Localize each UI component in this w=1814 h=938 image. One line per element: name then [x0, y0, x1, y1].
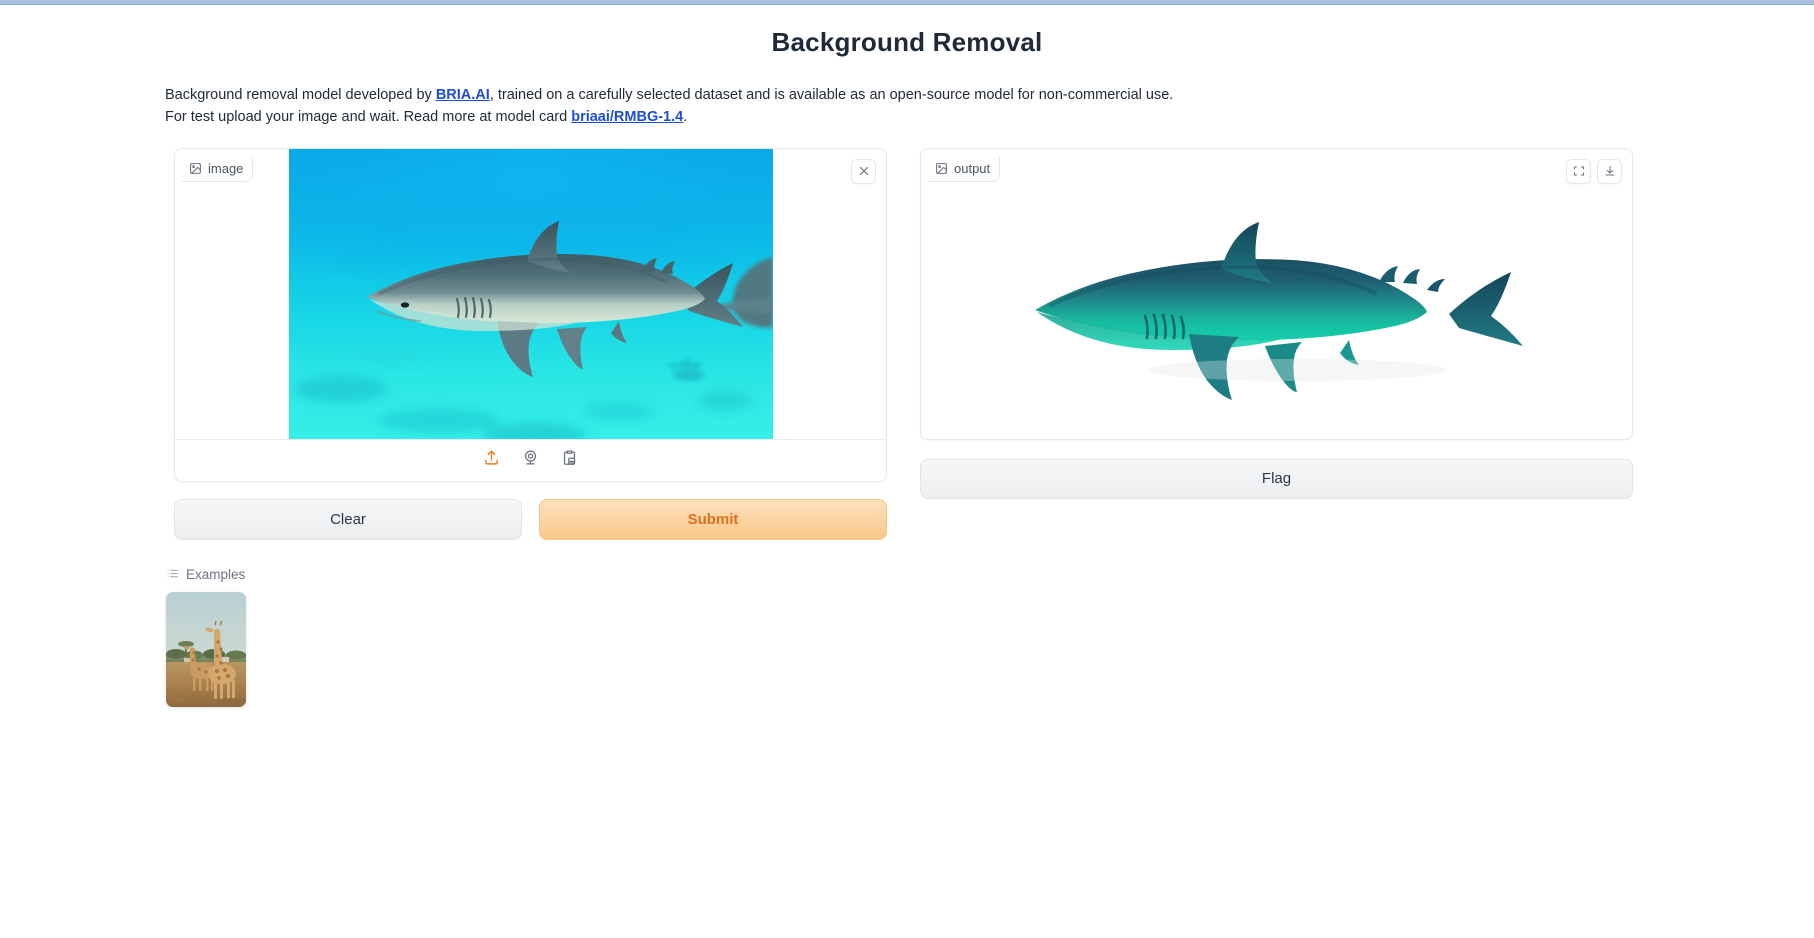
close-icon[interactable] — [851, 158, 876, 184]
app-page: Background Removal Background removal mo… — [0, 27, 1814, 707]
webcam-icon[interactable] — [522, 449, 539, 471]
output-block-label-text: output — [954, 160, 991, 176]
input-image-stage[interactable] — [175, 148, 886, 439]
description-line-1-post: , trained on a carefully selected datase… — [489, 87, 1174, 103]
description-line-2: For test upload your image and wait. Rea… — [165, 106, 1465, 128]
description-line-1-pre: Background removal model developed by — [165, 87, 436, 103]
output-image-stage[interactable] — [921, 148, 1632, 439]
flag-button[interactable]: Flag — [920, 458, 1633, 499]
download-icon[interactable] — [1597, 158, 1622, 184]
list-icon — [166, 567, 179, 583]
input-image-block: image — [174, 147, 887, 482]
output-shark-cutout — [996, 173, 1557, 414]
input-shark-photo — [288, 148, 773, 439]
bria-ai-link[interactable]: BRIA.AI — [436, 87, 490, 103]
page-title: Background Removal — [771, 27, 1043, 57]
examples-header: Examples — [166, 567, 1814, 583]
output-panel-actions — [1566, 158, 1622, 184]
description-line-1: Background removal model developed by BR… — [165, 84, 1465, 106]
input-block-label: image — [182, 155, 254, 182]
description-line-2-post: . — [683, 109, 688, 126]
browser-top-accent-bar — [0, 0, 1814, 5]
paste-clipboard-icon[interactable] — [561, 449, 578, 471]
input-column: image Clear Submit — [174, 147, 887, 540]
page-description: Background removal model developed by BR… — [165, 84, 1465, 129]
output-image-block: output — [920, 147, 1633, 440]
input-image-toolbar — [175, 438, 886, 481]
clear-button[interactable]: Clear — [174, 498, 522, 540]
main-columns: image Clear Submit output Flag — [174, 147, 1814, 540]
image-icon — [189, 162, 202, 175]
fullscreen-icon[interactable] — [1566, 158, 1591, 184]
example-giraffes-thumbnail — [166, 591, 246, 707]
model-card-link[interactable]: briaai/RMBG-1.4 — [571, 109, 683, 125]
action-button-row: Clear Submit — [174, 498, 887, 540]
example-giraffes[interactable] — [166, 591, 246, 707]
examples-section: Examples — [166, 567, 1814, 707]
description-line-2-pre: For test upload your image and wait. Rea… — [165, 109, 572, 126]
examples-label: Examples — [186, 567, 246, 583]
image-icon — [935, 162, 948, 175]
output-column: output Flag — [920, 147, 1633, 499]
output-block-label: output — [928, 155, 1001, 182]
input-panel-actions — [851, 158, 876, 184]
upload-icon[interactable] — [483, 449, 500, 471]
submit-button[interactable]: Submit — [539, 498, 887, 540]
input-block-label-text: image — [208, 160, 244, 176]
